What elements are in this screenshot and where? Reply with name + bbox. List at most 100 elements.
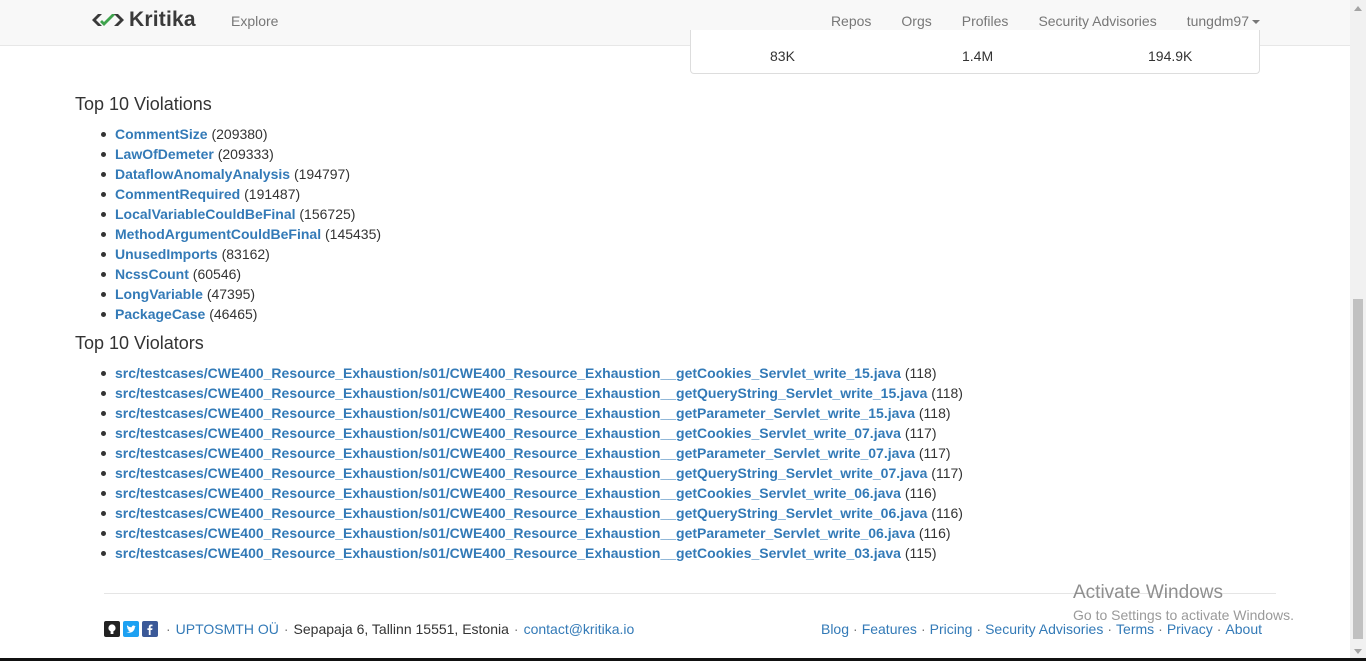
- violator-count: (117): [904, 425, 937, 441]
- list-item: src/testcases/CWE400_Resource_Exhaustion…: [97, 443, 963, 463]
- list-item: CommentRequired (191487): [97, 184, 381, 204]
- nav-repos[interactable]: Repos: [831, 13, 871, 29]
- separator: ·: [513, 621, 519, 637]
- separator: ·: [853, 621, 858, 637]
- violator-file-link[interactable]: src/testcases/CWE400_Resource_Exhaustion…: [115, 445, 915, 461]
- footer-link-pricing[interactable]: Pricing: [930, 621, 973, 637]
- violator-file-link[interactable]: src/testcases/CWE400_Resource_Exhaustion…: [115, 405, 915, 421]
- list-item: src/testcases/CWE400_Resource_Exhaustion…: [97, 423, 963, 443]
- twitter-icon[interactable]: [123, 621, 139, 637]
- violator-file-link[interactable]: src/testcases/CWE400_Resource_Exhaustion…: [115, 525, 915, 541]
- separator: ·: [283, 621, 289, 637]
- violation-link[interactable]: LawOfDemeter: [115, 146, 214, 162]
- github-icon[interactable]: [104, 621, 120, 637]
- violator-file-link[interactable]: src/testcases/CWE400_Resource_Exhaustion…: [115, 465, 927, 481]
- list-item: src/testcases/CWE400_Resource_Exhaustion…: [97, 463, 963, 483]
- violator-count: (116): [904, 485, 937, 501]
- violation-count: (209333): [217, 146, 274, 162]
- activate-windows-title: Activate Windows: [1073, 582, 1223, 603]
- violation-link[interactable]: NcssCount: [115, 266, 189, 282]
- list-item: src/testcases/CWE400_Resource_Exhaustion…: [97, 403, 963, 423]
- separator: ·: [1216, 621, 1222, 637]
- list-item: UnusedImports (83162): [97, 244, 381, 264]
- scrollbar-thumb[interactable]: [1353, 299, 1363, 639]
- violation-link[interactable]: CommentRequired: [115, 186, 240, 202]
- caret-down-icon: [1252, 20, 1260, 25]
- footer-left: · UPTOSMTH OÜ · Sepapaja 6, Tallinn 1555…: [104, 621, 634, 637]
- kritika-logo-icon: [92, 14, 124, 26]
- violator-count: (118): [904, 365, 937, 381]
- violator-count: (116): [918, 525, 951, 541]
- violation-count: (46465): [209, 306, 258, 322]
- violation-count: (194797): [293, 166, 350, 182]
- footer-link-privacy[interactable]: Privacy: [1167, 621, 1213, 637]
- violator-count: (118): [918, 405, 951, 421]
- violation-link[interactable]: UnusedImports: [115, 246, 218, 262]
- violator-file-link[interactable]: src/testcases/CWE400_Resource_Exhaustion…: [115, 545, 901, 561]
- violation-link[interactable]: LocalVariableCouldBeFinal: [115, 206, 296, 222]
- user-menu[interactable]: tungdm97: [1187, 13, 1260, 29]
- violation-link[interactable]: DataflowAnomalyAnalysis: [115, 166, 290, 182]
- list-item: PackageCase (46465): [97, 304, 381, 324]
- violations-list: CommentSize (209380) LawOfDemeter (20933…: [97, 124, 381, 324]
- vertical-scrollbar[interactable]: [1350, 0, 1366, 661]
- brand-logo[interactable]: Kritika: [90, 8, 196, 32]
- nav-orgs[interactable]: Orgs: [901, 13, 931, 29]
- list-item: src/testcases/CWE400_Resource_Exhaustion…: [97, 523, 963, 543]
- footer-link-security-advisories[interactable]: Security Advisories: [985, 621, 1103, 637]
- activate-windows-subtitle: Go to Settings to activate Windows.: [1073, 607, 1294, 623]
- list-item: LawOfDemeter (209333): [97, 144, 381, 164]
- violation-count: (145435): [325, 226, 382, 242]
- list-item: src/testcases/CWE400_Resource_Exhaustion…: [97, 503, 963, 523]
- nav-security-advisories[interactable]: Security Advisories: [1038, 13, 1156, 29]
- violation-link[interactable]: MethodArgumentCouldBeFinal: [115, 226, 321, 242]
- separator: ·: [920, 621, 926, 637]
- list-item: DataflowAnomalyAnalysis (194797): [97, 164, 381, 184]
- nav-right-menu: Repos Orgs Profiles Security Advisories …: [801, 13, 1260, 29]
- scroll-up-arrow-icon[interactable]: [1350, 0, 1366, 16]
- footer-link-blog[interactable]: Blog: [821, 621, 849, 637]
- nav-explore[interactable]: Explore: [231, 13, 278, 29]
- list-item: LocalVariableCouldBeFinal (156725): [97, 204, 381, 224]
- stat-value: 83K: [770, 48, 795, 64]
- nav-profiles[interactable]: Profiles: [962, 13, 1009, 29]
- violator-file-link[interactable]: src/testcases/CWE400_Resource_Exhaustion…: [115, 485, 901, 501]
- list-item: CommentSize (209380): [97, 124, 381, 144]
- footer-link-terms[interactable]: Terms: [1116, 621, 1154, 637]
- violator-count: (118): [931, 385, 963, 401]
- violation-count: (83162): [221, 246, 270, 262]
- violation-link[interactable]: CommentSize: [115, 126, 208, 142]
- contact-email-link[interactable]: contact@kritika.io: [524, 621, 635, 637]
- list-item: src/testcases/CWE400_Resource_Exhaustion…: [97, 543, 963, 563]
- violation-link[interactable]: PackageCase: [115, 306, 205, 322]
- violators-list: src/testcases/CWE400_Resource_Exhaustion…: [97, 363, 963, 563]
- violator-file-link[interactable]: src/testcases/CWE400_Resource_Exhaustion…: [115, 425, 901, 441]
- footer-link-features[interactable]: Features: [862, 621, 917, 637]
- violation-count: (60546): [192, 266, 242, 282]
- stat-value: 1.4M: [962, 48, 994, 64]
- separator: ·: [1107, 621, 1113, 637]
- violator-file-link[interactable]: src/testcases/CWE400_Resource_Exhaustion…: [115, 365, 901, 381]
- footer-link-about[interactable]: About: [1225, 621, 1262, 637]
- company-address: Sepapaja 6, Tallinn 15551, Estonia: [293, 621, 509, 637]
- violation-count: (191487): [244, 186, 301, 202]
- footer-links: Blog · Features · Pricing · Security Advisorie…: [821, 621, 1262, 637]
- list-item: NcssCount (60546): [97, 264, 381, 284]
- violators-heading: Top 10 Violators: [75, 333, 204, 353]
- violation-link[interactable]: LongVariable: [115, 286, 203, 302]
- violation-count: (47395): [206, 286, 256, 302]
- brand-name: Kritika: [129, 8, 196, 31]
- stats-panel: 83K 1.4M 194.9K: [690, 30, 1260, 74]
- violator-count: (117): [931, 465, 963, 481]
- company-link[interactable]: UPTOSMTH OÜ: [176, 621, 279, 637]
- scroll-down-arrow-icon[interactable]: [1350, 643, 1366, 659]
- violator-count: (115): [904, 545, 937, 561]
- facebook-icon[interactable]: [142, 621, 158, 637]
- list-item: src/testcases/CWE400_Resource_Exhaustion…: [97, 483, 963, 503]
- list-item: src/testcases/CWE400_Resource_Exhaustion…: [97, 383, 963, 403]
- violator-file-link[interactable]: src/testcases/CWE400_Resource_Exhaustion…: [115, 385, 927, 401]
- violator-file-link[interactable]: src/testcases/CWE400_Resource_Exhaustion…: [115, 505, 927, 521]
- separator: ·: [166, 621, 171, 637]
- list-item: MethodArgumentCouldBeFinal (145435): [97, 224, 381, 244]
- user-name: tungdm97: [1186, 13, 1249, 29]
